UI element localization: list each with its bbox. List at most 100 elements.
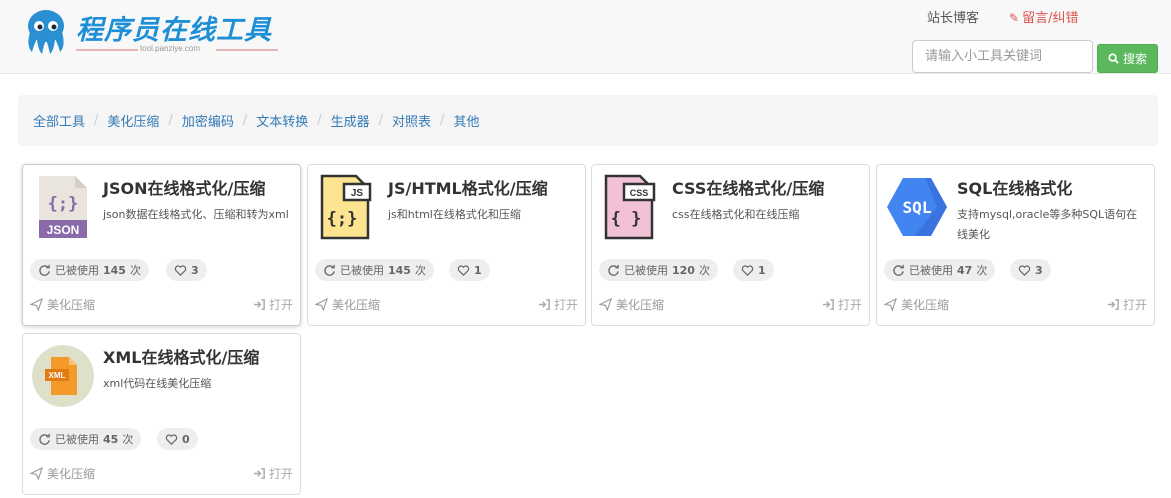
tool-category[interactable]: 美化压缩 [599,296,664,313]
sign-in-icon [253,299,265,310]
tool-card-css[interactable]: CSS { } CSS在线格式化/压缩 css在线格式化和在线压缩 已被使用 1… [591,164,870,326]
svg-text:{ }: { } [611,209,642,229]
send-icon [884,298,897,311]
open-tool-link[interactable]: 打开 [253,296,293,313]
crumb-all-tools[interactable]: 全部工具 [33,111,85,130]
tool-category-label: 美化压缩 [47,298,96,312]
json-file-icon: JSON {;} [39,176,87,238]
tool-category-label: 美化压缩 [47,467,96,481]
crumb-separator: / [168,113,173,128]
send-icon [599,298,612,311]
open-tool-link[interactable]: 打开 [538,296,578,313]
tool-description: 支持mysql,oracle等多种SQL语句在线美化 [957,208,1138,241]
open-label: 打开 [268,467,293,481]
tool-category[interactable]: 美化压缩 [30,296,95,313]
usage-count: 145 [388,263,411,277]
usage-prefix: 已被使用 [909,264,953,277]
tool-description: json数据在线格式化、压缩和转为xml [103,208,289,221]
sign-in-icon [822,299,834,310]
category-breadcrumb: 全部工具 / 美化压缩 / 加密编码 / 文本转换 / 生成器 / 对照表 / … [18,95,1158,146]
usage-count: 47 [957,263,973,277]
crumb-text-convert[interactable]: 文本转换 [256,111,308,130]
blog-link[interactable]: 站长博客 [927,7,979,26]
logo-title: 程序员在线工具 [76,15,272,46]
svg-text:CSS: CSS [630,188,649,198]
like-button[interactable]: 1 [733,259,774,281]
like-button[interactable]: 3 [1010,259,1051,281]
tool-card-json[interactable]: JSON {;} JSON在线格式化/压缩 json数据在线格式化、压缩和转为x… [22,164,301,326]
usage-suffix: 次 [122,433,134,446]
refresh-icon [893,264,904,276]
sign-in-icon [253,468,265,479]
send-icon [315,298,328,311]
svg-text:JSON: JSON [47,223,80,237]
usage-count: 120 [672,263,695,277]
open-tool-link[interactable]: 打开 [822,296,862,313]
usage-count-badge: 已被使用 45 次 [30,428,142,450]
open-tool-link[interactable]: 打开 [1107,296,1147,313]
search-icon [1108,53,1119,64]
open-label: 打开 [268,298,293,312]
sign-in-icon [1107,299,1119,310]
svg-text:{;}: {;} [48,194,79,214]
open-label: 打开 [1122,298,1147,312]
tool-title[interactable]: XML在线格式化/压缩 [103,344,259,368]
crumb-generator[interactable]: 生成器 [331,111,370,130]
logo-divider [76,49,138,51]
usage-suffix: 次 [698,264,710,277]
open-tool-link[interactable]: 打开 [253,465,293,482]
tool-description: js和html在线格式化和压缩 [388,208,521,221]
usage-suffix: 次 [414,264,426,277]
site-logo[interactable]: 程序员在线工具 tool.panziye.com [20,6,282,60]
svg-text:{;}: {;} [327,209,358,229]
feedback-link[interactable]: ✎ 留言/纠错 [1009,7,1078,26]
tool-title[interactable]: JS/HTML格式化/压缩 [388,175,548,199]
like-button[interactable]: 3 [166,259,207,281]
crumb-encrypt[interactable]: 加密编码 [182,111,234,130]
usage-count-badge: 已被使用 145 次 [30,259,149,281]
send-icon [30,467,43,480]
send-icon [30,298,43,311]
like-count: 3 [191,263,199,277]
tool-category[interactable]: 美化压缩 [884,296,949,313]
usage-count-badge: 已被使用 47 次 [884,259,996,281]
tool-description: css在线格式化和在线压缩 [672,208,800,221]
like-button[interactable]: 0 [157,428,198,450]
svg-text:XML: XML [49,371,66,380]
tool-card-xml[interactable]: XML XML在线格式化/压缩 xml代码在线美化压缩 已被使用 45 次 0 … [22,333,301,495]
search-button[interactable]: 搜索 [1097,44,1158,73]
like-count: 3 [1035,263,1043,277]
tool-category[interactable]: 美化压缩 [30,465,95,482]
open-label: 打开 [837,298,862,312]
refresh-icon [39,264,50,276]
usage-count: 45 [103,432,119,446]
svg-text:JS: JS [351,188,364,199]
heart-icon [1018,264,1031,276]
sign-in-icon [538,299,550,310]
usage-count: 145 [103,263,126,277]
crumb-reference[interactable]: 对照表 [392,111,431,130]
tool-title[interactable]: JSON在线格式化/压缩 [103,175,265,199]
tool-card-js-html[interactable]: JS {;} JS/HTML格式化/压缩 js和html在线格式化和压缩 已被使… [307,164,586,326]
tool-title[interactable]: CSS在线格式化/压缩 [672,175,824,199]
like-count: 1 [474,263,482,277]
crumb-beautify[interactable]: 美化压缩 [107,111,159,130]
crumb-other[interactable]: 其他 [453,111,479,130]
feedback-link-label: 留言/纠错 [1022,11,1079,26]
crumb-separator: / [378,113,384,128]
tool-card-sql[interactable]: SQL SQL在线格式化 支持mysql,oracle等多种SQL语句在线美化 … [876,164,1155,326]
search-button-label: 搜索 [1122,52,1147,66]
tool-category-label: 美化压缩 [332,298,381,312]
xml-file-icon: XML [32,345,94,407]
like-count: 1 [758,263,766,277]
tool-title[interactable]: SQL在线格式化 [957,175,1072,199]
like-count: 0 [182,432,190,446]
css-file-icon: CSS { } [604,174,656,240]
search-input[interactable] [912,40,1093,73]
like-button[interactable]: 1 [449,259,490,281]
logo-divider [216,49,278,51]
octopus-mascot-icon [28,10,64,54]
tool-category[interactable]: 美化压缩 [315,296,380,313]
usage-prefix: 已被使用 [55,264,99,277]
heart-icon [741,264,754,276]
